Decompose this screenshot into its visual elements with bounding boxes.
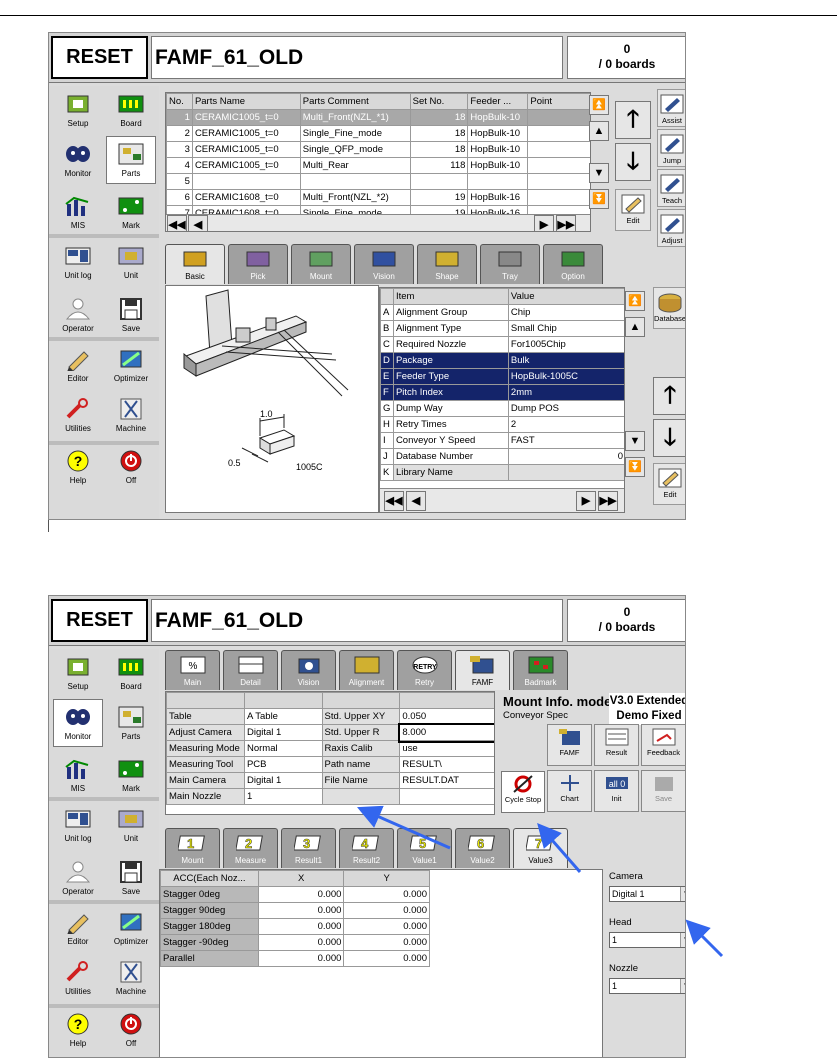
annotation-arrow	[537, 822, 582, 873]
annotation-arrow	[357, 805, 451, 850]
annotation-arrow	[685, 919, 724, 958]
annotation-overlay	[357, 805, 724, 958]
